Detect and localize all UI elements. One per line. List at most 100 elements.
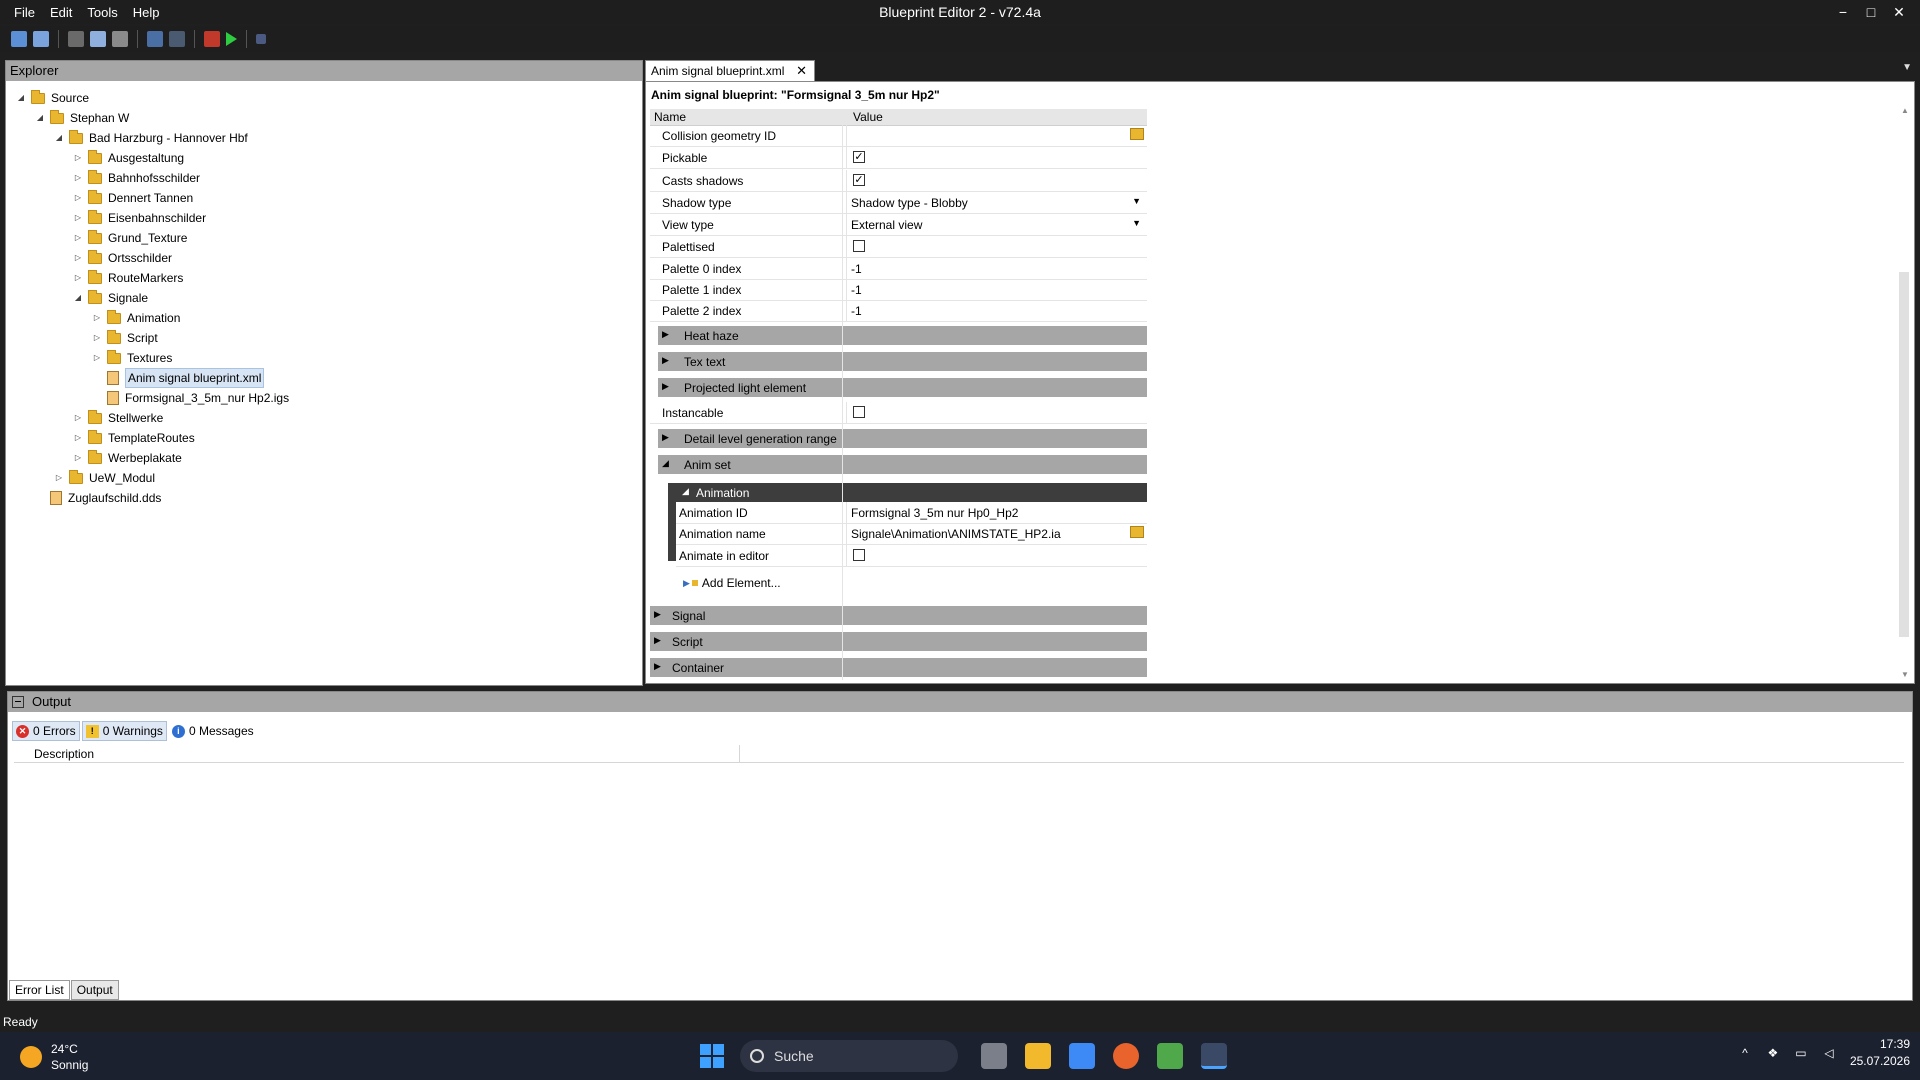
tab-error-list[interactable]: Error List — [9, 980, 70, 1000]
maximize-button[interactable]: □ — [1860, 4, 1882, 20]
palettised-checkbox[interactable] — [853, 240, 865, 252]
chevron-down-icon[interactable]: ▼ — [1132, 218, 1141, 228]
view-type-select[interactable]: External view — [851, 218, 922, 232]
instancable-checkbox[interactable] — [853, 406, 865, 418]
firefox-icon[interactable] — [1113, 1043, 1139, 1069]
tree-item[interactable]: ▷ Animation — [92, 309, 180, 327]
redo-icon[interactable] — [169, 31, 185, 47]
scroll-down-icon[interactable]: ▼ — [1901, 670, 1909, 679]
pickable-checkbox[interactable]: ✓ — [853, 151, 865, 163]
tree-item[interactable]: ▷ Grund_Texture — [73, 229, 187, 247]
chevron-down-icon[interactable]: ▼ — [1132, 196, 1141, 206]
close-tab-icon[interactable]: ✕ — [796, 61, 807, 81]
network-icon[interactable]: ▭ — [1794, 1046, 1808, 1060]
collapse-icon[interactable]: ◢ — [73, 289, 83, 307]
expand-icon[interactable]: ▷ — [73, 409, 83, 427]
menu-file[interactable]: File — [14, 5, 35, 20]
expand-icon[interactable]: ▷ — [73, 249, 83, 267]
tree-item[interactable]: ▷ Script — [92, 329, 158, 347]
menu-help[interactable]: Help — [133, 5, 160, 20]
clock[interactable]: 17:39 25.07.2026 — [1850, 1036, 1910, 1070]
tree-item[interactable]: ▷ Eisenbahnschilder — [73, 209, 206, 227]
group-anim-set[interactable]: ◢ Anim set — [658, 455, 1147, 474]
cut-icon[interactable] — [68, 31, 84, 47]
menu-tools[interactable]: Tools — [87, 5, 117, 20]
menu-edit[interactable]: Edit — [50, 5, 72, 20]
prop-animation-name[interactable]: Animation name Signale\Animation\ANIMSTA… — [676, 523, 1147, 545]
tree-item[interactable]: ▷ UeW_Modul — [54, 469, 155, 487]
tree-item[interactable]: ◢ Source — [16, 89, 89, 107]
prop-collision-geometry[interactable]: Collision geometry ID — [650, 125, 1147, 147]
messages-filter[interactable]: i 0 Messages — [169, 721, 257, 741]
tree-item[interactable]: ◢ Bad Harzburg - Hannover Hbf — [54, 129, 248, 147]
expand-icon[interactable]: ▷ — [92, 309, 102, 327]
dropbox-icon[interactable]: ❖ — [1766, 1046, 1780, 1060]
tab-anim-signal-blueprint[interactable]: Anim signal blueprint.xml ✕ — [645, 60, 815, 81]
animation-id-input[interactable]: Formsignal 3_5m nur Hp0_Hp2 — [851, 506, 1018, 520]
prop-pickable[interactable]: Pickable ✓ — [650, 147, 1147, 169]
collapse-icon[interactable]: ◢ — [16, 89, 26, 107]
browse-folder-icon[interactable] — [1130, 526, 1144, 538]
expand-icon[interactable]: ▷ — [73, 169, 83, 187]
prop-palette-1[interactable]: Palette 1 index -1 — [650, 279, 1147, 301]
tree-item[interactable]: ▷ Werbeplakate — [73, 449, 182, 467]
expand-icon[interactable]: ▷ — [92, 349, 102, 367]
scroll-thumb[interactable] — [1899, 272, 1909, 637]
collapse-icon[interactable]: ◢ — [54, 129, 64, 147]
expand-icon[interactable]: ▷ — [73, 149, 83, 167]
group-signal[interactable]: ▶ Signal — [650, 606, 1147, 625]
expand-icon[interactable]: ▷ — [92, 329, 102, 347]
palette-2-input[interactable]: -1 — [851, 304, 862, 318]
tree-item[interactable]: ▷ Dennert Tannen — [73, 189, 193, 207]
taskbar-search[interactable]: Suche — [740, 1040, 958, 1072]
prop-palettised[interactable]: Palettised — [650, 236, 1147, 258]
prop-casts-shadows[interactable]: Casts shadows ✓ — [650, 170, 1147, 192]
description-column-header[interactable]: Description — [14, 745, 1904, 763]
tree-item[interactable]: Formsignal_3_5m_nur Hp2.igs — [92, 389, 289, 407]
tab-output[interactable]: Output — [70, 980, 119, 1000]
group-heat-haze[interactable]: ▶ Heat haze — [658, 326, 1147, 345]
animation-name-input[interactable]: Signale\Animation\ANIMSTATE_HP2.ia — [851, 527, 1061, 541]
save-icon[interactable] — [11, 31, 27, 47]
tree-item[interactable]: ▷ Ortsschilder — [73, 249, 172, 267]
expand-icon[interactable]: ▷ — [73, 229, 83, 247]
volume-icon[interactable]: ◁ — [1822, 1046, 1836, 1060]
copy-icon[interactable] — [90, 31, 106, 47]
shadow-type-select[interactable]: Shadow type - Blobby — [851, 196, 968, 210]
scroll-up-icon[interactable]: ▲ — [1901, 106, 1909, 115]
group-container[interactable]: ▶ Container — [650, 658, 1147, 677]
expand-icon[interactable]: ▷ — [73, 449, 83, 467]
animate-in-editor-checkbox[interactable] — [853, 549, 865, 561]
prop-instancable[interactable]: Instancable — [650, 402, 1147, 424]
errors-filter[interactable]: ✕ 0 Errors — [12, 721, 80, 741]
expand-icon[interactable]: ▷ — [73, 209, 83, 227]
expand-icon[interactable]: ▷ — [73, 429, 83, 447]
palette-1-input[interactable]: -1 — [851, 283, 862, 297]
save-all-icon[interactable] — [33, 31, 49, 47]
palette-0-input[interactable]: -1 — [851, 262, 862, 276]
tab-dropdown-icon[interactable]: ▼ — [1902, 62, 1912, 73]
expand-icon[interactable]: ▷ — [73, 189, 83, 207]
tree-item[interactable]: Anim signal blueprint.xml — [92, 368, 265, 388]
group-tex-text[interactable]: ▶ Tex text — [658, 352, 1147, 371]
weather-widget[interactable]: 24°C Sonnig — [20, 1041, 88, 1073]
tree-item[interactable]: ▷ Ausgestaltung — [73, 149, 184, 167]
tree-item[interactable]: ▷ Bahnhofsschilder — [73, 169, 200, 187]
tree-item[interactable]: ▷ Textures — [92, 349, 172, 367]
prop-palette-2[interactable]: Palette 2 index -1 — [650, 300, 1147, 322]
expand-icon[interactable]: ▷ — [73, 269, 83, 287]
notepad-icon[interactable] — [1157, 1043, 1183, 1069]
blueprint-editor-icon[interactable] — [1201, 1043, 1227, 1069]
tree-item[interactable]: ▷ Stellwerke — [73, 409, 163, 427]
prop-palette-0[interactable]: Palette 0 index -1 — [650, 258, 1147, 280]
prop-animation-id[interactable]: Animation ID Formsignal 3_5m nur Hp0_Hp2 — [676, 502, 1147, 524]
close-button[interactable]: ✕ — [1888, 4, 1910, 21]
tree-item[interactable]: ▷ RouteMarkers — [73, 269, 183, 287]
collapse-panel-icon[interactable] — [12, 696, 24, 708]
undo-icon[interactable] — [147, 31, 163, 47]
group-projected-light[interactable]: ▶ Projected light element — [658, 378, 1147, 397]
group-detail-level[interactable]: ▶ Detail level generation range — [658, 429, 1147, 448]
vertical-scrollbar[interactable]: ▲ ▼ — [1898, 104, 1912, 681]
casts-shadows-checkbox[interactable]: ✓ — [853, 174, 865, 186]
minimize-button[interactable]: − — [1832, 4, 1854, 20]
